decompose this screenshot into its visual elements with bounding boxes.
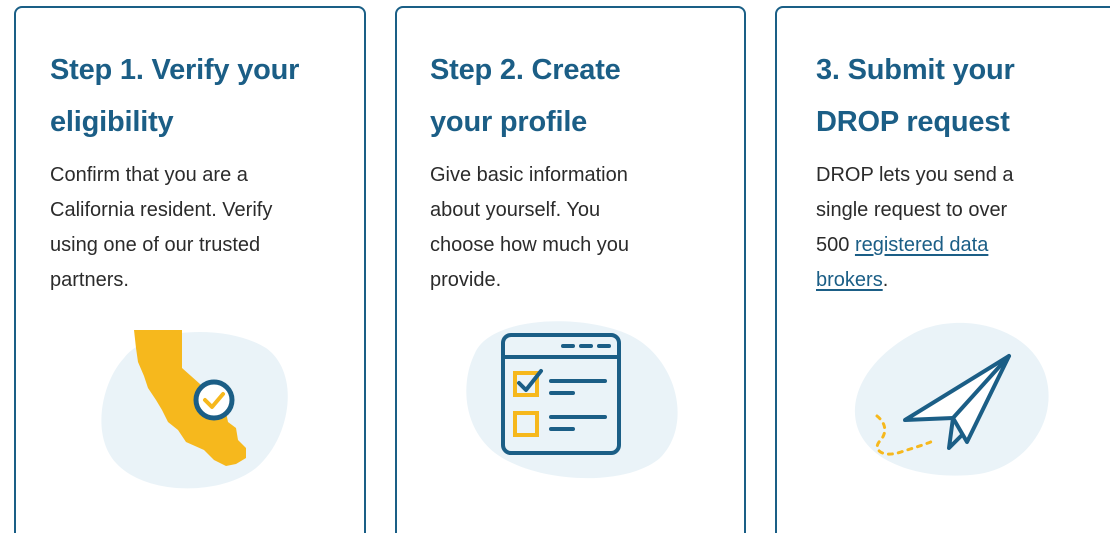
registered-data-brokers-link-continued[interactable]: brokers	[816, 269, 883, 291]
profile-form-checklist-icon	[455, 313, 690, 483]
step-1-description: Confirm that you are a California reside…	[50, 164, 273, 291]
step-2-title: Step 2. Create your profile	[430, 54, 621, 138]
step-2-description: Give basic information about yourself. Y…	[430, 164, 630, 291]
step-2-card: Step 2. Create your profile Give basic i…	[395, 6, 746, 533]
step-3-title: 3. Submit your DROP request	[816, 54, 1015, 138]
paper-plane-icon	[849, 316, 1054, 481]
step-3-description: DROP lets you send a single request to o…	[816, 164, 1014, 291]
step-1-card: Step 1. Verify your eligibility Confirm …	[14, 6, 366, 533]
step-3-card: 3. Submit your DROP request DROP lets yo…	[775, 6, 1110, 533]
steps-card-row: Step 1. Verify your eligibility Confirm …	[0, 0, 1110, 533]
step-1-title: Step 1. Verify your eligibility	[50, 54, 300, 138]
registered-data-brokers-link[interactable]: registered data	[855, 234, 988, 256]
california-map-check-icon	[86, 318, 296, 493]
